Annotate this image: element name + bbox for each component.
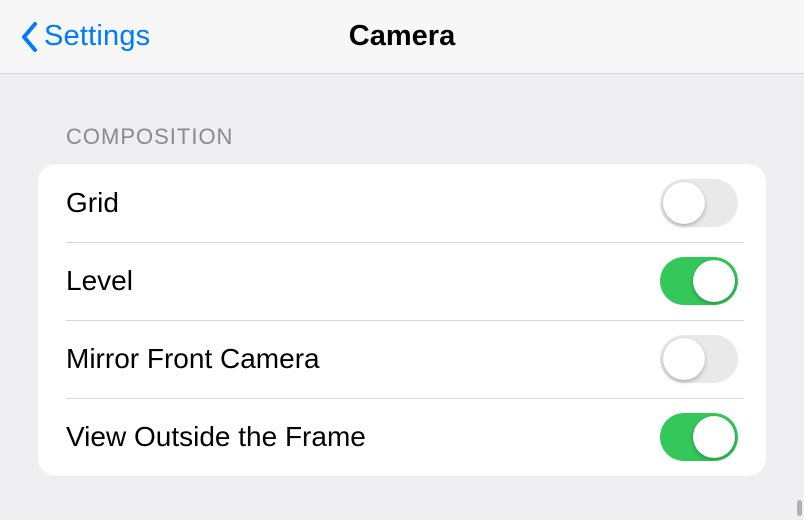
row-label: Grid [66, 187, 119, 219]
row-view-outside-the-frame[interactable]: View Outside the Frame [38, 398, 766, 476]
switch-mirror-front-camera[interactable] [660, 335, 738, 383]
switch-knob [693, 416, 735, 458]
navbar: Settings Camera [0, 0, 804, 74]
row-label: Level [66, 265, 133, 297]
row-level[interactable]: Level [38, 242, 766, 320]
switch-knob [693, 260, 735, 302]
content: COMPOSITION Grid Level Mirror Front Came… [0, 124, 804, 476]
chevron-left-icon [18, 20, 42, 54]
row-label: View Outside the Frame [66, 421, 366, 453]
row-mirror-front-camera[interactable]: Mirror Front Camera [38, 320, 766, 398]
back-button[interactable]: Settings [18, 20, 150, 54]
scrollbar[interactable] [797, 500, 802, 516]
row-label: Mirror Front Camera [66, 343, 320, 375]
row-grid[interactable]: Grid [38, 164, 766, 242]
back-label: Settings [44, 20, 150, 53]
switch-grid[interactable] [660, 179, 738, 227]
switch-level[interactable] [660, 257, 738, 305]
settings-group-composition: Grid Level Mirror Front Camera View Outs… [38, 164, 766, 476]
section-header-composition: COMPOSITION [66, 124, 766, 150]
switch-knob [663, 182, 705, 224]
switch-view-outside-the-frame[interactable] [660, 413, 738, 461]
switch-knob [663, 338, 705, 380]
